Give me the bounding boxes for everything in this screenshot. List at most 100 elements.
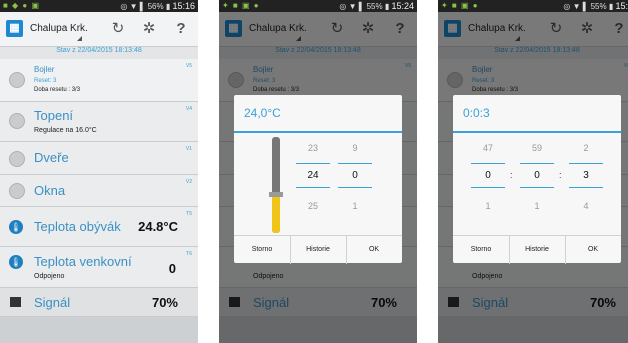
- row-tag: T6: [186, 251, 192, 257]
- reset-time-dialog: 0:0:3 47 0 1 : 59 0 1 : 2 3 4 Storno His…: [453, 95, 621, 264]
- phone-screen-main: ■ ◆ ● ▣ ◎ ▼ ▌ 56% ▮ 15:16 ▦ Chalupa Krk.…: [0, 0, 198, 343]
- dialog-buttons: Storno Historie OK: [234, 235, 402, 264]
- picker-value[interactable]: 3: [569, 170, 603, 181]
- phone-screen-time-dialog: ✦ ■ ▣ ● ◎ ▼ ▌ 55% ▮ 15:2 ▦ Chalupa Krk. …: [438, 0, 628, 343]
- picker-line: [338, 187, 372, 188]
- row-subtitle: Reset: 3: [34, 78, 57, 84]
- picker-value[interactable]: 0: [338, 170, 372, 181]
- status-led-icon: [9, 113, 25, 129]
- time-separator: :: [510, 170, 513, 180]
- gear-icon[interactable]: ✲: [138, 19, 160, 39]
- storno-button[interactable]: Storno: [453, 236, 510, 264]
- row-subtitle: Regulace na 16.0°C: [34, 127, 97, 134]
- status-bar: ■ ◆ ● ▣ ◎ ▼ ▌ 56% ▮ 15:16: [0, 0, 198, 12]
- picker-line: [471, 163, 505, 164]
- row-title: Signál: [34, 295, 71, 310]
- status-time: 15:2: [615, 1, 628, 11]
- picker-line: [471, 187, 505, 188]
- row-teplota-venkovni[interactable]: 🌡 Teplota venkovní Odpojeno 0 T6: [0, 247, 198, 288]
- picker-prev[interactable]: 2: [569, 143, 603, 153]
- row-tag: V4: [185, 106, 192, 112]
- row-subtitle: Odpojeno: [34, 273, 65, 280]
- row-bojler[interactable]: Bojler Reset: 3 Doba resetu : 3/3 V5: [0, 59, 198, 102]
- historie-button[interactable]: Historie: [290, 236, 347, 264]
- phone-screen-temp-dialog: ✦ ■ ▣ ● ◎ ▼ ▌ 55% ▮ 15:24 ▦ Chalupa Krk.…: [219, 0, 417, 343]
- temperature-gauge: [269, 137, 283, 233]
- time-separator: :: [559, 170, 562, 180]
- hours-picker[interactable]: 47 0 1: [471, 143, 505, 223]
- row-okna[interactable]: Okna V2: [0, 175, 198, 207]
- historie-button[interactable]: Historie: [509, 236, 566, 264]
- row-tag: V5: [185, 63, 192, 69]
- dialog-title: 24,0°C: [244, 106, 281, 120]
- status-led-icon: [9, 72, 25, 88]
- row-value: 70%: [151, 295, 178, 310]
- app-icon: ▦: [6, 20, 23, 37]
- row-tag: V2: [185, 179, 192, 185]
- picker-prev[interactable]: 47: [471, 143, 505, 153]
- row-subtitle: Doba resetu : 3/3: [34, 87, 81, 93]
- row-dvere[interactable]: Dveře V1: [0, 142, 198, 175]
- row-teplota-obyvak[interactable]: 🌡 Teplota obývák 24.8°C T5: [0, 207, 198, 247]
- refresh-icon[interactable]: ↻: [107, 19, 129, 39]
- picker-line: [569, 187, 603, 188]
- picker-value[interactable]: 24: [296, 170, 330, 181]
- status-bar: ✦ ■ ▣ ● ◎ ▼ ▌ 55% ▮ 15:2: [438, 0, 628, 12]
- action-bar: ▦ Chalupa Krk. ↻ ✲ ?: [0, 12, 198, 47]
- help-button[interactable]: ?: [170, 19, 192, 39]
- row-title: Dveře: [34, 150, 69, 165]
- picker-line: [520, 187, 554, 188]
- location-spinner[interactable]: Chalupa Krk.: [30, 23, 88, 34]
- status-time: 15:24: [391, 1, 414, 11]
- picker-next[interactable]: 25: [296, 201, 330, 211]
- row-tag: T5: [186, 211, 192, 217]
- picker-line: [569, 163, 603, 164]
- dialog-title: 0:0:3: [463, 106, 490, 120]
- dialog-buttons: Storno Historie OK: [453, 235, 621, 264]
- temperature-dialog: 24,0°C 23 24 25 9 0 1 Storno Historie OK: [234, 95, 402, 264]
- picker-line: [520, 163, 554, 164]
- picker-prev[interactable]: 23: [296, 143, 330, 153]
- status-led-icon: [9, 151, 25, 167]
- picker-value[interactable]: 0: [520, 170, 554, 181]
- picker-line: [296, 163, 330, 164]
- row-value: 24.8°C: [138, 219, 178, 234]
- row-topeni[interactable]: Topení Regulace na 16.0°C V4: [0, 102, 198, 142]
- gauge-level: [272, 195, 280, 233]
- notification-icons: ■ ◆ ● ▣: [3, 1, 41, 10]
- ok-button[interactable]: OK: [346, 236, 402, 264]
- storno-button[interactable]: Storno: [234, 236, 291, 264]
- notification-icons: ✦ ■ ▣ ●: [222, 1, 260, 10]
- seconds-picker[interactable]: 2 3 4: [569, 143, 603, 223]
- notification-icons: ✦ ■ ▣ ●: [441, 1, 479, 10]
- minutes-picker[interactable]: 59 0 1: [520, 143, 554, 223]
- picker-value[interactable]: 0: [471, 170, 505, 181]
- row-title: Teplota obývák: [34, 219, 121, 234]
- status-time: 15:16: [172, 1, 195, 11]
- gauge-knob[interactable]: [269, 192, 283, 197]
- picker-next[interactable]: 1: [520, 201, 554, 211]
- row-title: Okna: [34, 183, 66, 198]
- picker-prev[interactable]: 59: [520, 143, 554, 153]
- row-title: Teplota venkovní: [34, 254, 132, 269]
- status-led-icon: [9, 183, 25, 199]
- integer-picker[interactable]: 23 24 25: [296, 143, 330, 223]
- bottom-band: [0, 317, 198, 343]
- picker-next[interactable]: 1: [471, 201, 505, 211]
- picker-next[interactable]: 4: [569, 201, 603, 211]
- signal-icon: [10, 297, 21, 307]
- spinner-arrow-icon: [77, 36, 82, 41]
- row-title: Topení: [34, 108, 74, 123]
- row-title: Bojler: [34, 65, 55, 74]
- ok-button[interactable]: OK: [565, 236, 621, 264]
- decimal-picker[interactable]: 9 0 1: [338, 143, 372, 223]
- status-bar: ✦ ■ ▣ ● ◎ ▼ ▌ 55% ▮ 15:24: [219, 0, 417, 12]
- row-signal[interactable]: Signál 70%: [0, 288, 198, 317]
- picker-prev[interactable]: 9: [338, 143, 372, 153]
- row-tag: V1: [185, 146, 192, 152]
- picker-next[interactable]: 1: [338, 201, 372, 211]
- picker-line: [296, 187, 330, 188]
- thermometer-icon: 🌡: [9, 220, 23, 234]
- dialog-divider: [234, 131, 402, 133]
- picker-line: [338, 163, 372, 164]
